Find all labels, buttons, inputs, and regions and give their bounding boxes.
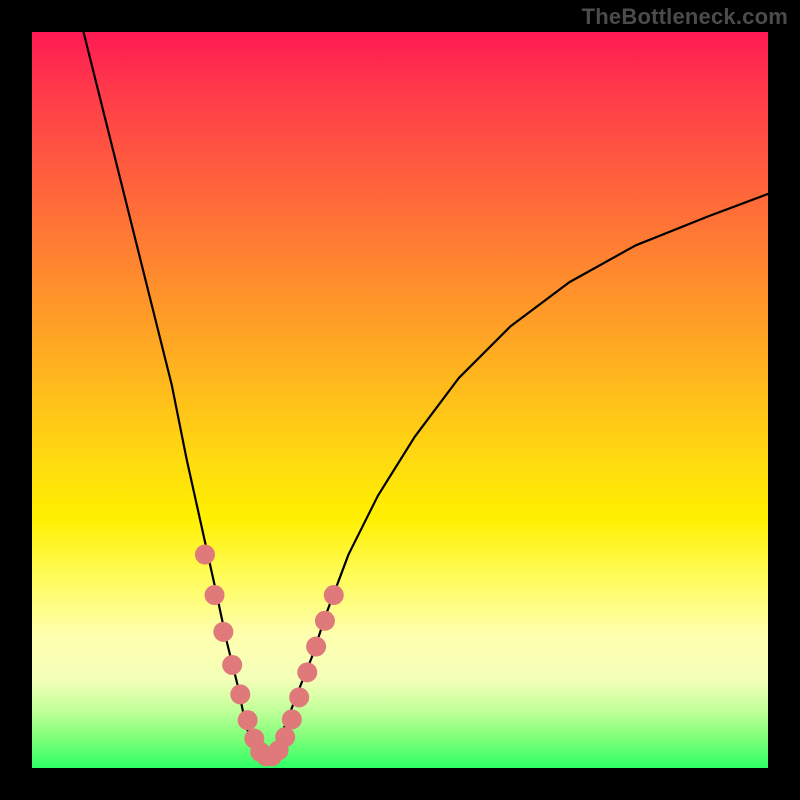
curve-marker [230,684,250,704]
curve-marker [205,585,225,605]
curve-markers [195,545,344,767]
curve-marker [222,655,242,675]
curve-marker [297,662,317,682]
curve-marker [238,710,258,730]
chart-svg [32,32,768,768]
curve-marker [315,611,335,631]
curve-marker [306,637,326,657]
curve-marker [213,622,233,642]
curve-marker [275,727,295,747]
chart-frame: TheBottleneck.com [0,0,800,800]
curve-marker [289,687,309,707]
plot-area [32,32,768,768]
curve-marker [195,545,215,565]
watermark-text: TheBottleneck.com [582,4,788,30]
curve-marker [282,709,302,729]
curve-marker [324,585,344,605]
bottleneck-curve [84,32,768,757]
